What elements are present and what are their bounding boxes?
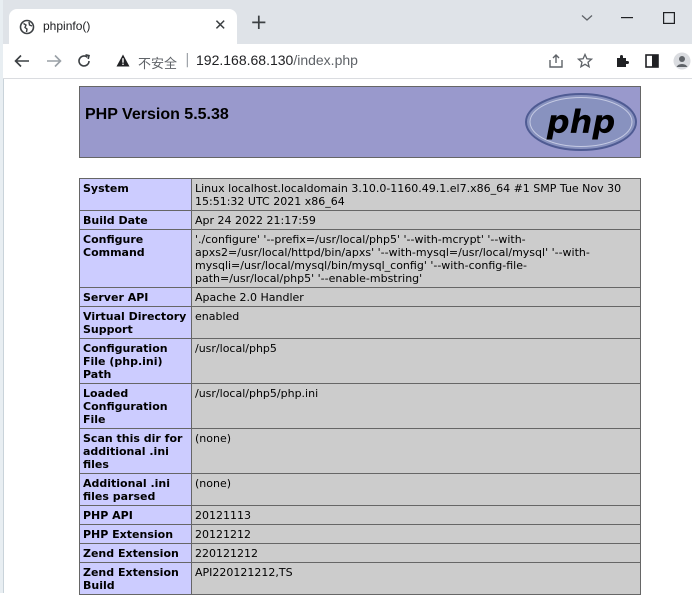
- tab-title: phpinfo(): [43, 19, 91, 33]
- extensions-puzzle-icon[interactable]: [613, 52, 631, 70]
- tab-phpinfo[interactable]: phpinfo() ✕: [9, 9, 237, 44]
- row-key: PHP Extension: [79, 524, 192, 544]
- table-row: Build Date Apr 24 2022 21:17:59: [79, 210, 641, 230]
- side-panel-icon[interactable]: [643, 52, 661, 70]
- table-row: Scan this dir for additional .ini files(…: [79, 428, 641, 474]
- php-logo-text: php: [546, 103, 616, 141]
- security-label[interactable]: 不安全: [138, 53, 177, 72]
- table-row: Zend Extension Build API220121212,TS: [79, 562, 641, 595]
- url-host: 192.168.68.130: [196, 52, 294, 68]
- table-row: Loaded Configuration File/usr/local/php5…: [79, 383, 641, 429]
- share-icon[interactable]: [547, 52, 565, 70]
- table-row: Additional .ini files parsed (none): [79, 473, 641, 506]
- row-key: Configure Command: [79, 229, 192, 288]
- table-row: Configure Command './configure' '--prefix…: [79, 229, 641, 288]
- reload-icon[interactable]: [74, 51, 94, 71]
- close-icon[interactable]: ✕: [214, 16, 227, 34]
- minimize-icon[interactable]: [615, 6, 639, 30]
- table-row: Zend Extension 220121212: [79, 543, 641, 563]
- row-key: Build Date: [79, 210, 192, 230]
- page-title: PHP Version 5.5.38: [85, 106, 229, 123]
- row-value: (none): [191, 428, 641, 474]
- url-text[interactable]: 192.168.68.130/index.php: [196, 52, 358, 68]
- globe-icon: [19, 19, 35, 35]
- row-value: Apr 24 2022 21:17:59: [191, 210, 641, 230]
- forward-arrow-icon[interactable]: [44, 51, 64, 71]
- table-row: PHP API 20121113: [79, 505, 641, 525]
- row-value: (none): [191, 473, 641, 506]
- left-window-edge: [0, 0, 4, 593]
- row-value: Apache 2.0 Handler: [191, 287, 641, 307]
- bookmark-star-icon[interactable]: [576, 52, 594, 70]
- row-key: System: [79, 178, 192, 211]
- row-value: 20121113: [191, 505, 641, 525]
- php-header-banner: PHP Version 5.5.38 php: [79, 86, 641, 158]
- row-key: Configuration File (php.ini) Path: [79, 338, 192, 384]
- row-value: './configure' '--prefix=/usr/local/php5'…: [191, 229, 641, 288]
- row-value: API220121212,TS: [191, 562, 641, 595]
- row-key: Virtual Directory Support: [79, 306, 192, 339]
- browser-toolbar: 不安全 | 192.168.68.130/index.php: [3, 44, 692, 79]
- table-row: Server API Apache 2.0 Handler: [79, 287, 641, 307]
- maximize-icon[interactable]: [657, 6, 681, 30]
- row-value: Linux localhost.localdomain 3.10.0-1160.…: [191, 178, 641, 211]
- tab-strip: phpinfo() ✕ +: [3, 0, 692, 44]
- table-row: System Linux localhost.localdomain 3.10.0…: [79, 178, 641, 211]
- warning-icon[interactable]: [116, 54, 130, 67]
- row-key: Server API: [79, 287, 192, 307]
- address-bar[interactable]: 不安全 | 192.168.68.130/index.php: [108, 48, 610, 74]
- php-logo: php: [525, 93, 637, 151]
- row-key: PHP API: [79, 505, 192, 525]
- row-value: /usr/local/php5: [191, 338, 641, 384]
- table-row: Virtual Directory Support enabled: [79, 306, 641, 339]
- row-key: Zend Extension Build: [79, 562, 192, 595]
- row-value: 20121212: [191, 524, 641, 544]
- chevron-down-icon[interactable]: [575, 6, 599, 30]
- row-value: enabled: [191, 306, 641, 339]
- table-row: Configuration File (php.ini) Path/usr/lo…: [79, 338, 641, 384]
- back-arrow-icon[interactable]: [12, 51, 32, 71]
- url-path: /index.php: [293, 52, 358, 68]
- new-tab-button[interactable]: +: [250, 12, 268, 33]
- row-key: Zend Extension: [79, 543, 192, 563]
- url-separator: |: [185, 52, 190, 68]
- phpinfo-page: PHP Version 5.5.38 php System Linux local…: [79, 86, 641, 595]
- row-value: 220121212: [191, 543, 641, 563]
- table-row: PHP Extension 20121212: [79, 524, 641, 544]
- row-key: Loaded Configuration File: [79, 383, 192, 429]
- row-key: Scan this dir for additional .ini files: [79, 428, 192, 474]
- profile-avatar-icon[interactable]: [673, 52, 691, 70]
- row-value: /usr/local/php5/php.ini: [191, 383, 641, 429]
- php-info-table: System Linux localhost.localdomain 3.10.0…: [79, 178, 641, 595]
- row-key: Additional .ini files parsed: [79, 473, 192, 506]
